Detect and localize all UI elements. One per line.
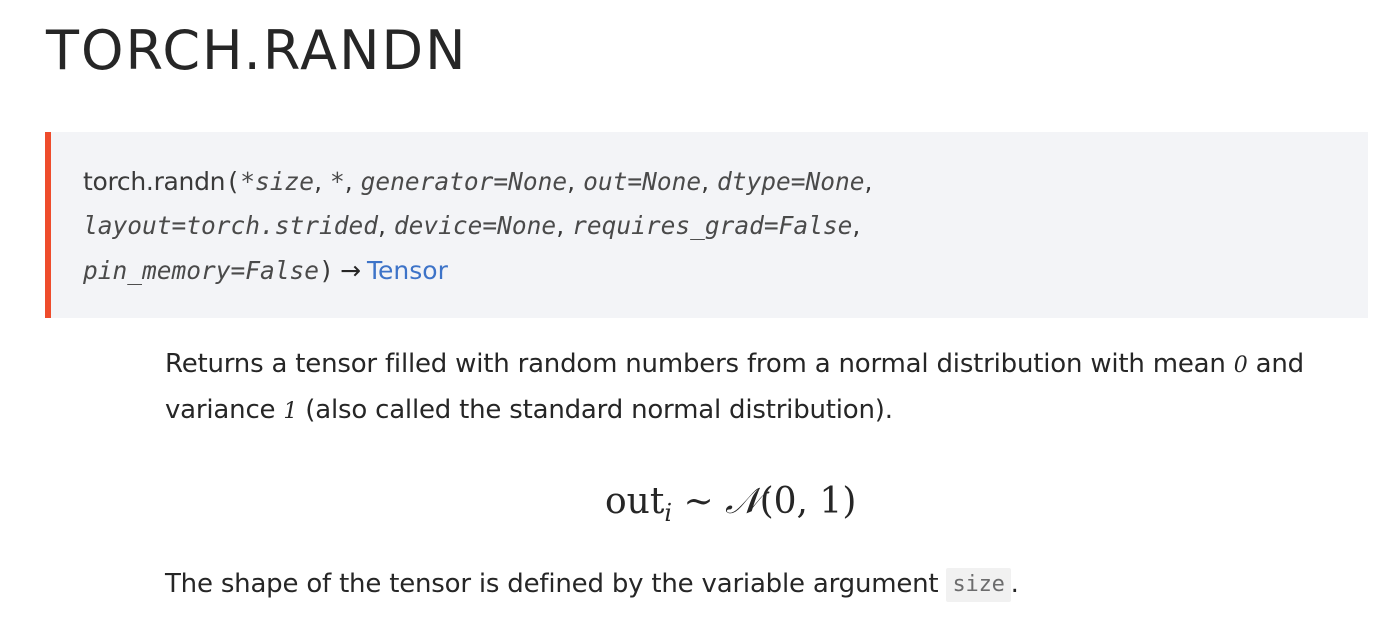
signature-line-2: layout=torch.strided, device=None, requi… xyxy=(83,203,860,248)
param-separator: , xyxy=(852,211,861,240)
return-type-link[interactable]: Tensor xyxy=(367,256,448,285)
param-pin-memory: pin_memory=False xyxy=(83,256,320,285)
math-formula: outi ∼ 𝒩(0, 1) xyxy=(605,474,856,530)
param-separator: , xyxy=(314,167,323,196)
param-out: out=None xyxy=(583,167,702,196)
doc-page: TORCH.RANDN torch.randn(*size, *, genera… xyxy=(0,0,1388,642)
description-text: (also called the standard normal distrib… xyxy=(297,395,893,425)
param-size: *size xyxy=(240,167,315,196)
formula-args: (0, 1) xyxy=(759,481,857,522)
open-paren: ( xyxy=(225,167,241,196)
signature-line-3: pin_memory=False) → Tensor xyxy=(83,248,448,293)
mean-value: 0 xyxy=(1233,353,1248,378)
shape-text: The shape of the tensor is defined by th… xyxy=(165,569,947,599)
return-arrow: → xyxy=(340,256,362,285)
formula-distribution: 𝒩 xyxy=(725,481,760,522)
param-device: device=None xyxy=(393,211,557,240)
param-requires-grad: requires_grad=False xyxy=(572,211,853,240)
function-name: torch.randn xyxy=(83,167,226,196)
inline-code-size: size xyxy=(946,568,1011,602)
description-paragraph: Returns a tensor filled with random numb… xyxy=(165,342,1345,434)
param-separator: , xyxy=(701,167,710,196)
close-paren: ) xyxy=(319,256,335,285)
formula-relation: ∼ xyxy=(672,481,726,522)
shape-text-end: . xyxy=(1010,569,1019,599)
param-separator: , xyxy=(556,211,565,240)
page-title: TORCH.RANDN xyxy=(46,19,468,82)
param-separator: , xyxy=(344,167,353,196)
function-signature: torch.randn(*size, *, generator=None, ou… xyxy=(45,132,1368,318)
param-separator: , xyxy=(378,211,386,240)
param-separator: , xyxy=(864,167,873,196)
variance-value: 1 xyxy=(283,399,298,424)
formula-lhs: out xyxy=(605,481,665,522)
param-separator: , xyxy=(567,167,576,196)
description-text: Returns a tensor filled with random numb… xyxy=(165,349,1234,379)
formula-subscript: i xyxy=(664,499,673,527)
param-star: * xyxy=(329,167,345,196)
param-dtype: dtype=None xyxy=(716,167,865,196)
signature-line-1: torch.randn(*size, *, generator=None, ou… xyxy=(83,159,872,204)
shape-paragraph: The shape of the tensor is defined by th… xyxy=(165,562,1345,607)
param-generator: generator=None xyxy=(360,167,568,196)
param-layout: layout=torch.strided xyxy=(83,211,379,240)
